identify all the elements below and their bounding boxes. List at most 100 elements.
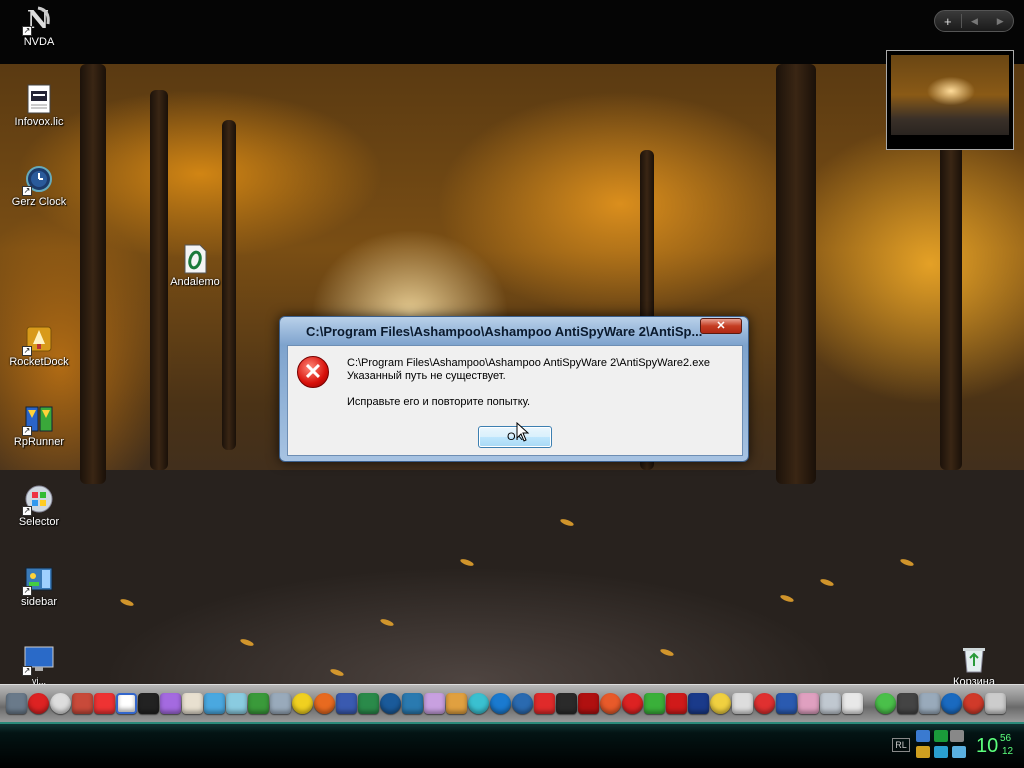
dock-app-icon[interactable] [556,693,577,714]
close-button[interactable]: ✕ [700,318,742,334]
desktop-icon-nvda[interactable]: N ↗ NVDA [1,4,77,48]
dock-app-icon[interactable] [688,693,709,714]
dock-app-icon[interactable] [358,693,379,714]
desktop-icon-label: Selector [18,516,60,528]
shortcut-arrow-icon: ↗ [22,426,32,436]
wifi-tray-icon[interactable] [916,746,930,758]
monitor-tray-icon[interactable] [916,730,930,742]
dock-app-icon[interactable] [578,693,599,714]
dock-app-icon[interactable] [776,693,797,714]
dock-app-icon[interactable] [402,693,423,714]
desktop-icon-infovox[interactable]: Infovox.lic [1,84,77,128]
network-tray-icon[interactable] [934,730,948,742]
top-bar [0,0,1024,64]
dock-app-icon[interactable] [28,693,49,714]
dock-app-icon[interactable] [270,693,291,714]
wallpaper-tree [80,64,106,484]
desktop-icon-selector[interactable]: ↗ Selector [1,484,77,528]
ok-button[interactable]: OK [478,426,552,448]
desktop-icon-gerz-clock[interactable]: ↗ Gerz Clock [1,164,77,208]
dock-app-icon[interactable] [963,693,984,714]
desktop-icon-andalemo[interactable]: Andalemo [157,244,233,288]
dock-app-icon[interactable] [941,693,962,714]
error-icon: ✕ [297,356,329,388]
shortcut-arrow-icon: ↗ [22,586,32,596]
dock-app-icon[interactable] [754,693,775,714]
shortcut-arrow-icon: ↗ [22,26,32,36]
shortcut-arrow-icon: ↗ [22,666,32,676]
desktop-icon-label: Gerz Clock [11,196,67,208]
dock-app-icon[interactable] [644,693,665,714]
tray-icon[interactable] [934,746,948,758]
dock-app-icon[interactable] [710,693,731,714]
monitor-icon: ↗ [22,644,54,676]
clock-second: 12 [1002,746,1014,757]
opera-file-icon [180,244,210,274]
dock-app-icon[interactable] [50,693,71,714]
clock-hour[interactable]: 10 [976,735,998,758]
dock-app-icon[interactable] [512,693,533,714]
dock-app-icon[interactable] [424,693,445,714]
dock-app-icon[interactable] [380,693,401,714]
taskbar: RL 10 56 12 [0,722,1024,768]
rprunner-icon: ↗ [22,404,54,436]
desktop-icon-vi[interactable]: ↗ vi... [1,644,77,686]
desktop-icon-sidebar[interactable]: ↗ sidebar [1,564,77,608]
dock-app-icon[interactable] [798,693,819,714]
desktop-icon-rocketdock[interactable]: ↗ RocketDock [1,324,77,368]
error-path-text: C:\Program Files\Ashampoo\Ashampoo AntiS… [347,357,710,369]
text-file-icon [24,84,54,114]
shortcut-arrow-icon: ↗ [22,186,32,196]
dock-app-icon[interactable] [897,693,918,714]
dock-app-icon[interactable] [138,693,159,714]
tray-icon[interactable] [952,746,966,758]
dock-app-icon[interactable] [919,693,940,714]
dock-app-icon[interactable] [732,693,753,714]
desktop-icon-label: NVDA [23,36,55,48]
add-desktop-button[interactable]: + [935,14,961,29]
desktop-preview-thumbnail[interactable] [886,50,1014,150]
dock-app-icon[interactable] [160,693,181,714]
nvda-icon: N ↗ [22,4,54,36]
language-indicator[interactable]: RL [892,738,910,752]
windows-logo-icon: ↗ [22,484,54,516]
error-dialog: C:\Program Files\Ashampoo\Ashampoo AntiS… [279,316,749,462]
dock-app-icon[interactable] [204,693,225,714]
dock-app-icon[interactable] [534,693,555,714]
tray-icon[interactable] [950,730,964,742]
dock-app-icon[interactable] [600,693,621,714]
dock-app-icon[interactable] [985,693,1006,714]
dock-app-icon[interactable] [6,693,27,714]
dock-app-icon[interactable] [314,693,335,714]
dock-app-icon[interactable] [842,693,863,714]
desktop-icon-recycle-bin[interactable]: Корзина [936,644,1012,688]
dock-app-icon[interactable] [666,693,687,714]
dock-app-icon[interactable] [94,693,115,714]
rocketdock-icon: ↗ [22,324,54,356]
dock-app-icon[interactable] [72,693,93,714]
dock-app-icon[interactable] [490,693,511,714]
shortcut-arrow-icon: ↗ [22,506,32,516]
next-desktop-button[interactable]: ▶ [987,16,1013,27]
dock-app-icon[interactable] [116,693,137,714]
dock-app-icon[interactable] [336,693,357,714]
dock-app-icon[interactable] [226,693,247,714]
shortcut-arrow-icon: ↗ [22,346,32,356]
error-hint-text: Исправьте его и повторите попытку. [347,396,531,408]
dock-app-icon[interactable] [875,693,896,714]
prev-desktop-button[interactable]: ◀ [962,16,988,27]
dock-app-icon[interactable] [446,693,467,714]
dialog-title: C:\Program Files\Ashampoo\Ashampoo AntiS… [306,324,703,339]
dock-app-icon[interactable] [820,693,841,714]
dock-app-icon[interactable] [292,693,313,714]
dock-app-icon[interactable] [622,693,643,714]
dock-app-icon[interactable] [248,693,269,714]
recycle-bin-icon [959,644,989,674]
desktop-icon-label: RocketDock [9,356,69,368]
dock-app-icon[interactable] [468,693,489,714]
desktop-icon-rprunner[interactable]: ↗ RpRunner [1,404,77,448]
dock-app-icon[interactable] [182,693,203,714]
dialog-body: ✕ C:\Program Files\Ashampoo\Ashampoo Ant… [287,345,743,456]
desktop-icon-label: RpRunner [13,436,65,448]
wallpaper-tree [940,110,962,470]
